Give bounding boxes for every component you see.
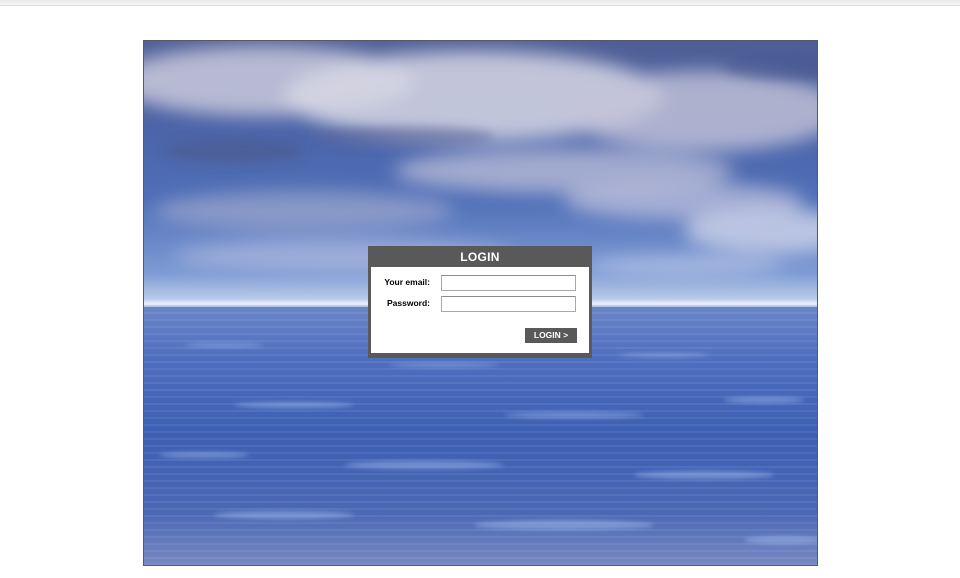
login-title: LOGIN	[460, 250, 500, 264]
email-label: Your email:	[384, 277, 430, 287]
browser-top-strip	[0, 0, 960, 6]
login-panel: LOGIN Your email: Password: LOGIN >	[368, 246, 592, 358]
password-field[interactable]	[441, 296, 576, 312]
password-row: Password:	[371, 296, 589, 312]
login-button[interactable]: LOGIN >	[525, 328, 577, 343]
email-field[interactable]	[441, 275, 576, 291]
email-row: Your email:	[371, 275, 589, 291]
password-label: Password:	[387, 298, 430, 308]
login-form: Your email: Password: LOGIN >	[371, 267, 589, 353]
